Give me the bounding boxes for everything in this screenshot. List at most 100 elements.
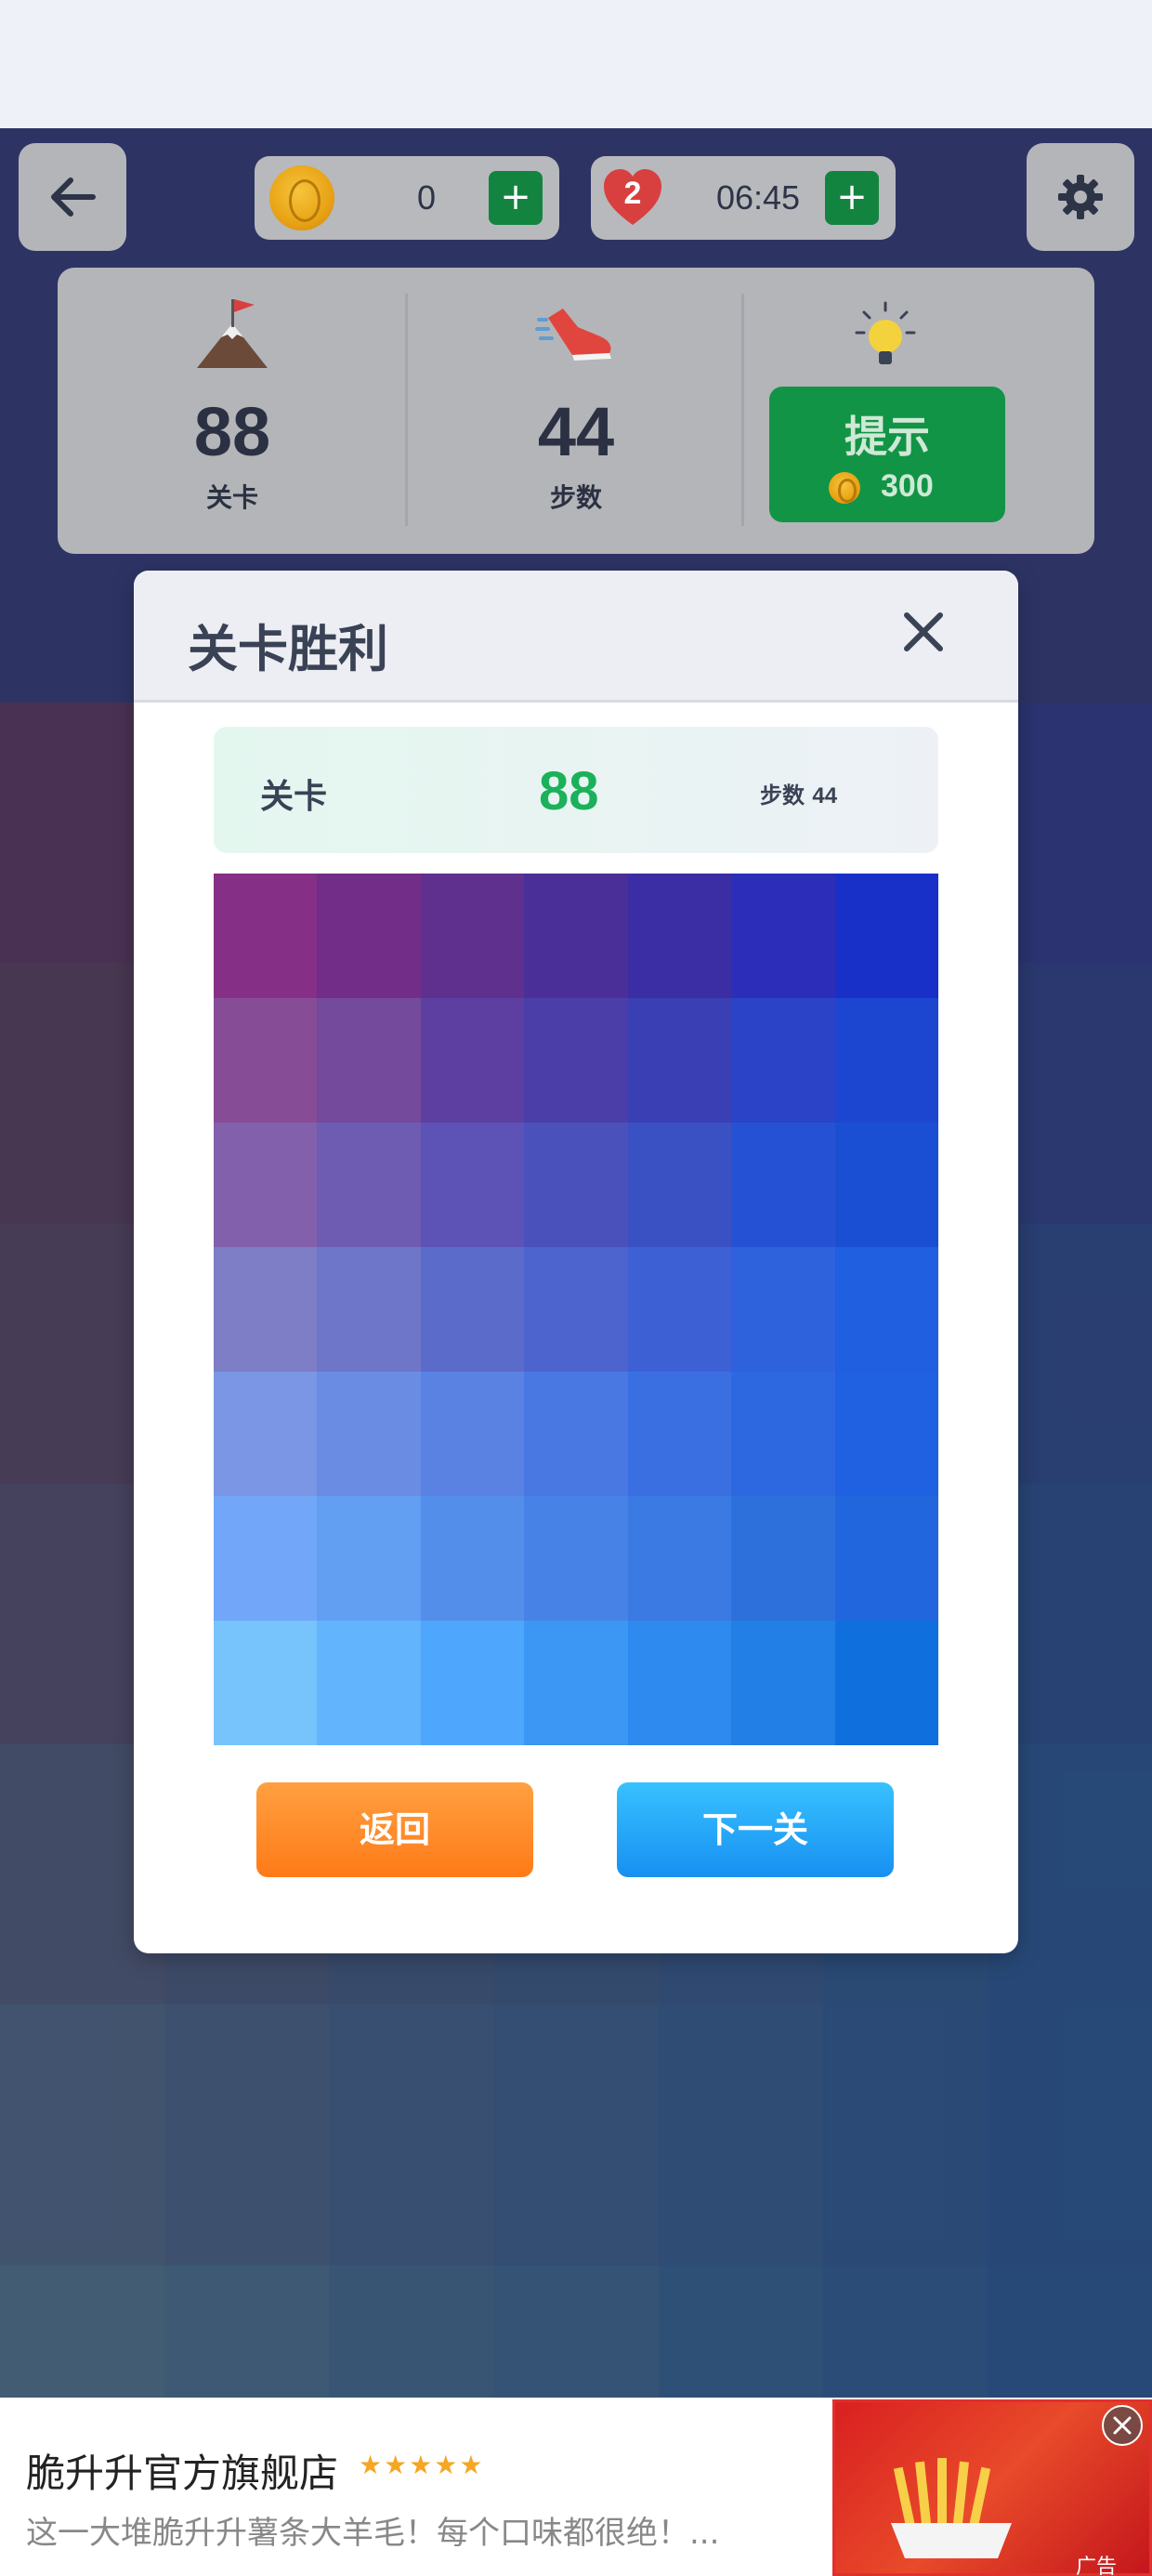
lightbulb-icon [855, 301, 916, 364]
color-tile [731, 1372, 835, 1496]
color-tile [420, 998, 525, 1123]
level-stat: 88 关卡 [58, 268, 407, 554]
life-counter: 2 06:45 + [591, 156, 896, 240]
hint-button[interactable]: 提示 300 [769, 387, 1005, 522]
color-tile [214, 998, 318, 1123]
color-tile [524, 1247, 628, 1372]
sneaker-icon [535, 309, 611, 361]
color-tile [731, 1496, 835, 1621]
color-tile [317, 1372, 421, 1496]
color-tile [627, 1247, 732, 1372]
ad-label: 广告 [1076, 2556, 1118, 2576]
next-level-button[interactable]: 下一关 [617, 1782, 894, 1877]
color-tile [420, 1496, 525, 1621]
color-tile [834, 1123, 938, 1247]
color-tile [627, 1621, 732, 1745]
color-tile [214, 874, 318, 998]
color-tile [524, 1123, 628, 1247]
steps-label: 步数 [760, 783, 805, 808]
color-tile [214, 1496, 318, 1621]
color-tile [420, 874, 525, 998]
add-coins-button[interactable]: + [489, 171, 543, 225]
level-complete-dialog: 关卡胜利 关卡 88 步数 44 返回 下一关 [134, 571, 1018, 1953]
color-tile [731, 998, 835, 1123]
color-tile [627, 998, 732, 1123]
color-tile [317, 998, 421, 1123]
level-summary-card: 关卡 88 步数 44 [214, 727, 938, 853]
arrow-left-icon [51, 177, 96, 217]
ad-title: 脆升升官方旗舰店 [26, 2451, 339, 2496]
color-tile [834, 1247, 938, 1372]
level-number: 88 [539, 761, 599, 821]
steps-stat: 44 步数 [409, 268, 743, 554]
color-tile [627, 1372, 732, 1496]
color-tile [834, 1496, 938, 1621]
fries-icon [891, 2458, 1012, 2558]
solved-color-grid [214, 874, 938, 1745]
ad-description: 这一大堆脆升升薯条大羊毛！每个口味都很绝！... [26, 2515, 720, 2552]
gear-icon [1058, 175, 1103, 219]
color-tile [834, 1372, 938, 1496]
color-tile [317, 874, 421, 998]
level-label: 关卡 [205, 482, 258, 513]
coin-counter: 0 + [255, 156, 559, 240]
add-lives-button[interactable]: + [825, 171, 879, 225]
color-tile [214, 1372, 318, 1496]
color-tile [627, 1123, 732, 1247]
divider [405, 294, 408, 526]
dialog-header: 关卡胜利 [134, 571, 1018, 703]
color-tile [524, 1496, 628, 1621]
color-tile [214, 1247, 318, 1372]
stats-panel: 88 关卡 44 步数 提示 300 [58, 268, 1094, 554]
back-button[interactable] [19, 143, 126, 251]
coin-count: 0 [416, 178, 437, 217]
color-tile [524, 1372, 628, 1496]
life-timer: 06:45 [715, 178, 801, 217]
color-tile [731, 1123, 835, 1247]
level-number: 88 [193, 393, 271, 470]
lives-count: 2 [623, 176, 642, 211]
steps-summary: 步数 44 [760, 777, 837, 809]
steps-count: 44 [812, 783, 838, 808]
color-tile [214, 1123, 318, 1247]
color-tile [420, 1621, 525, 1745]
top-bar: 0 + 2 06:45 + [0, 143, 1152, 251]
color-tile [834, 998, 938, 1123]
color-tile [420, 1123, 525, 1247]
hint-cost: 300 [881, 468, 934, 504]
return-button[interactable]: 返回 [256, 1782, 533, 1877]
color-tile [524, 1621, 628, 1745]
color-tile [317, 1496, 421, 1621]
mountain-flag-icon [197, 299, 268, 368]
color-tile [834, 1621, 938, 1745]
color-tile [317, 1621, 421, 1745]
steps-number: 44 [537, 393, 615, 470]
color-tile [731, 874, 835, 998]
color-tile [731, 1621, 835, 1745]
color-tile [834, 874, 938, 998]
dialog-title: 关卡胜利 [188, 620, 388, 678]
color-tile [524, 874, 628, 998]
steps-label: 步数 [549, 482, 602, 513]
ad-close-button[interactable] [1102, 2405, 1143, 2446]
color-tile [317, 1123, 421, 1247]
settings-button[interactable] [1027, 143, 1134, 251]
color-tile [420, 1247, 525, 1372]
color-tile [317, 1247, 421, 1372]
divider [741, 294, 744, 526]
color-tile [627, 874, 732, 998]
color-tile [420, 1372, 525, 1496]
level-label: 关卡 [260, 778, 328, 816]
color-tile [214, 1621, 318, 1745]
color-tile [627, 1496, 732, 1621]
color-tile [524, 998, 628, 1123]
hint-label: 提示 [844, 412, 930, 462]
coin-icon [829, 472, 860, 504]
color-tile [731, 1247, 835, 1372]
close-icon [1113, 2416, 1132, 2435]
close-button[interactable] [896, 604, 951, 660]
coin-icon [269, 165, 334, 230]
close-icon [904, 612, 943, 651]
status-bar [0, 0, 1152, 128]
rating-stars: ★★★★★ [359, 2450, 485, 2480]
